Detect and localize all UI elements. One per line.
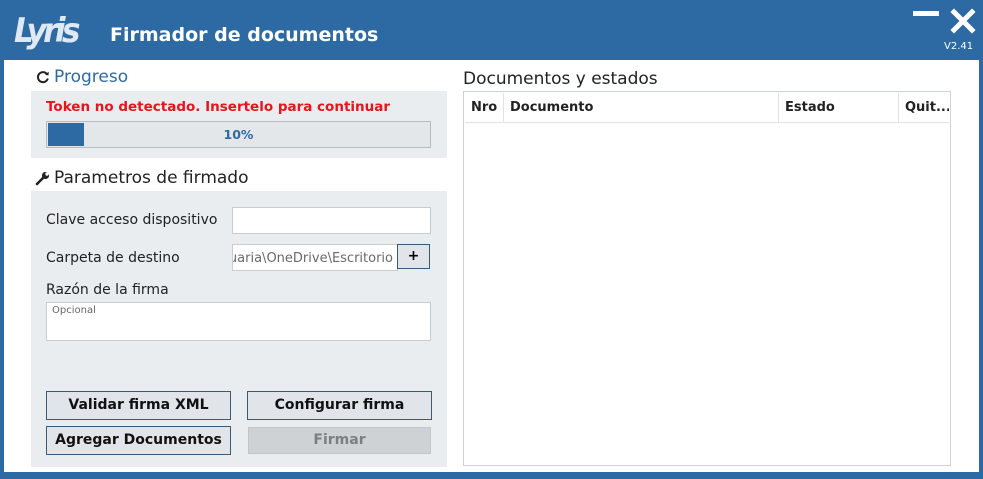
close-button[interactable]	[950, 8, 976, 34]
razon-placeholder: Opcional	[52, 305, 96, 316]
documents-table: Nro Documento Estado Quit...	[463, 91, 951, 466]
close-icon	[950, 8, 976, 34]
carpeta-input[interactable]: C:\Users\usuaria\OneDrive\Escritorio	[232, 244, 398, 271]
main-content: Progreso Token no detectado. Insertelo p…	[4, 60, 979, 472]
minimize-button[interactable]	[913, 11, 939, 16]
agregar-documentos-button[interactable]: Agregar Documentos	[46, 426, 231, 455]
progress-heading: Progreso	[36, 67, 128, 87]
params-heading-text: Parametros de firmado	[54, 168, 249, 188]
carpeta-label: Carpeta de destino	[46, 250, 180, 266]
app-title: Firmador de documentos	[110, 24, 379, 46]
razon-textarea[interactable]: Opcional	[46, 302, 431, 341]
razon-label: Razón de la firma	[46, 282, 169, 298]
progress-bar: 10%	[46, 121, 431, 148]
clave-input[interactable]	[232, 207, 431, 234]
documents-heading: Documentos y estados	[463, 69, 658, 89]
progress-percent-text: 10%	[223, 127, 254, 142]
column-header-nro[interactable]: Nro	[465, 93, 504, 122]
browse-folder-button[interactable]: +	[397, 244, 430, 269]
documents-heading-text: Documentos y estados	[463, 69, 658, 89]
firmar-button[interactable]: Firmar	[248, 427, 431, 454]
refresh-icon	[37, 71, 49, 84]
params-heading: Parametros de firmado	[35, 168, 249, 188]
carpeta-input-value: C:\Users\usuaria\OneDrive\Escritorio	[233, 251, 393, 266]
title-bar: Lyris Firmador de documentos V2.41	[0, 0, 983, 60]
column-header-estado[interactable]: Estado	[779, 93, 899, 122]
column-header-documento[interactable]: Documento	[504, 93, 779, 122]
documents-table-header: Nro Documento Estado Quit...	[465, 93, 949, 123]
wrench-icon	[35, 171, 50, 185]
svg-text:Lyris: Lyris	[14, 11, 80, 50]
column-header-quitar[interactable]: Quit...	[899, 93, 949, 122]
progress-heading-text: Progreso	[54, 67, 129, 87]
token-error-message: Token no detectado. Insertelo para conti…	[46, 99, 391, 115]
validar-firma-xml-button[interactable]: Validar firma XML	[46, 391, 231, 420]
lyris-logo-icon: Lyris	[14, 11, 84, 51]
clave-label: Clave acceso dispositivo	[46, 212, 218, 228]
app-logo: Lyris	[14, 10, 84, 59]
version-label: V2.41	[944, 41, 974, 52]
app-window: Lyris Firmador de documentos V2.41 Progr…	[0, 0, 983, 479]
configurar-firma-button[interactable]: Configurar firma	[247, 391, 432, 420]
